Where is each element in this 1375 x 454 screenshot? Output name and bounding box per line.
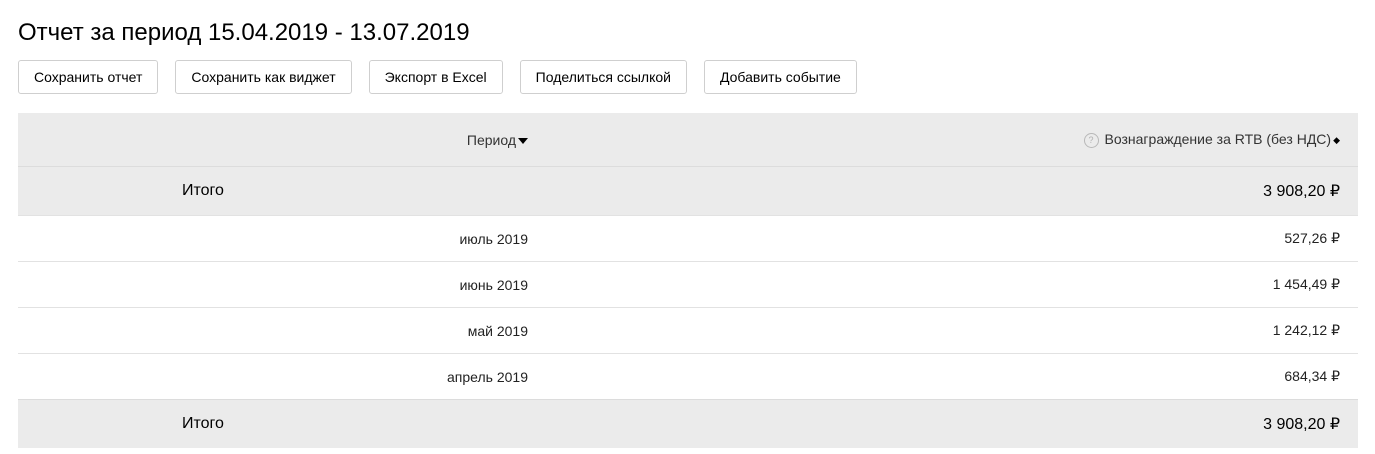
column-header-reward[interactable]: ? Вознаграждение за RTB (без НДС) ◆ — [528, 113, 1358, 167]
column-header-period[interactable]: Период — [18, 113, 528, 167]
total-value: 3 908,20 ₽ — [528, 166, 1358, 216]
period-cell: июнь 2019 — [18, 261, 528, 308]
reward-cell: 684,34 ₽ — [528, 353, 1358, 400]
column-header-period-label: Период — [466, 131, 516, 148]
period-cell: апрель 2019 — [18, 353, 528, 400]
question-circle-icon[interactable]: ? — [1083, 133, 1099, 148]
report-table: Период ? Вознаграждение за RTB (без НДС) ◆… — [18, 113, 1358, 448]
table-row[interactable]: июнь 2019 1 454,49 ₽ — [18, 261, 1358, 308]
period-cell: июль 2019 — [18, 215, 528, 262]
table-row[interactable]: май 2019 1 242,12 ₽ — [18, 307, 1358, 354]
total-value: 3 908,20 ₽ — [528, 399, 1358, 448]
add-event-button[interactable]: Добавить событие — [704, 60, 857, 94]
reward-cell: 1 242,12 ₽ — [528, 307, 1358, 354]
total-label: Итого — [18, 399, 528, 448]
total-label: Итого — [18, 166, 528, 216]
reward-cell: 1 454,49 ₽ — [528, 261, 1358, 308]
caret-down-icon[interactable] — [518, 137, 528, 144]
total-row-bottom: Итого 3 908,20 ₽ — [18, 399, 1358, 448]
save-report-button[interactable]: Сохранить отчет — [18, 60, 159, 94]
sort-both-icon[interactable]: ◆ — [1333, 136, 1340, 145]
period-cell: май 2019 — [18, 307, 528, 354]
table-row[interactable]: апрель 2019 684,34 ₽ — [18, 353, 1358, 400]
save-as-widget-button[interactable]: Сохранить как виджет — [175, 60, 352, 94]
reward-cell: 527,26 ₽ — [528, 215, 1358, 262]
toolbar: Сохранить отчет Сохранить как виджет Экс… — [18, 60, 874, 94]
table-row[interactable]: июль 2019 527,26 ₽ — [18, 215, 1358, 262]
share-link-button[interactable]: Поделиться ссылкой — [519, 60, 687, 94]
table-header-row: Период ? Вознаграждение за RTB (без НДС) ◆ — [18, 113, 1358, 167]
page-title: Отчет за период 15.04.2019 - 13.07.2019 — [18, 19, 470, 46]
export-excel-button[interactable]: Экспорт в Excel — [368, 60, 503, 94]
column-header-reward-label: Вознаграждение за RTB (без НДС) — [1104, 131, 1332, 147]
total-row-top: Итого 3 908,20 ₽ — [18, 166, 1358, 216]
